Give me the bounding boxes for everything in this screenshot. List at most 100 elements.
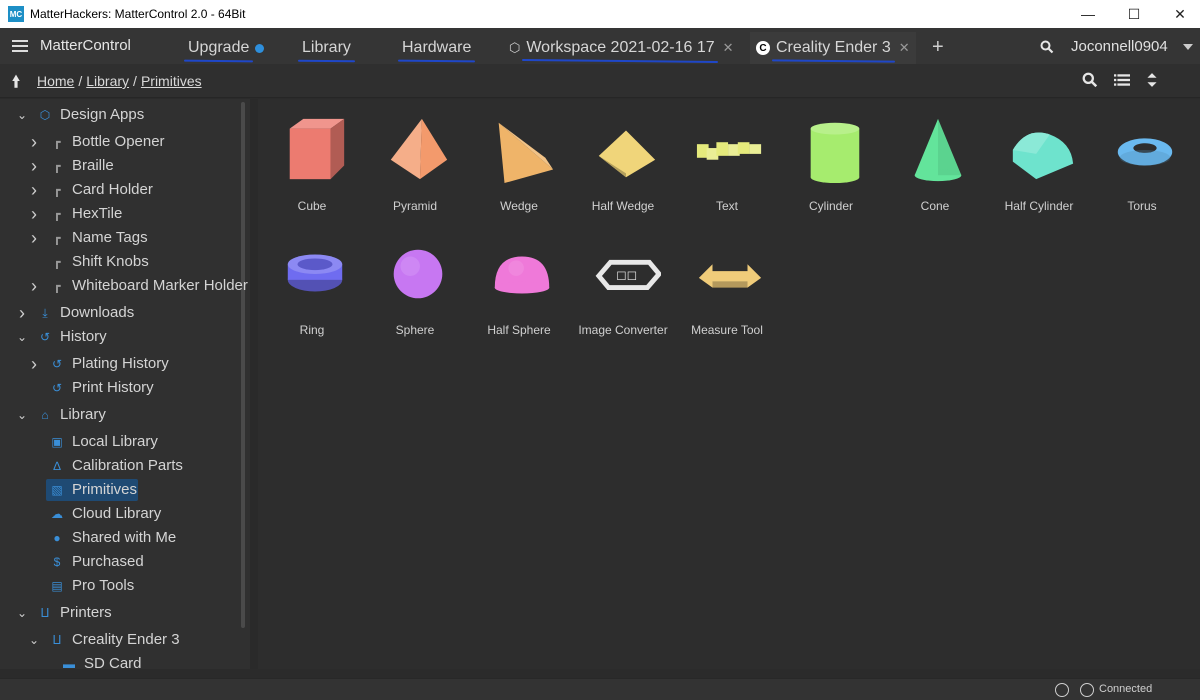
sort-icon[interactable] xyxy=(1144,72,1160,88)
sidebar-item-braille[interactable]: › ┏ Braille xyxy=(0,155,245,177)
maximize-icon[interactable]: ☐ xyxy=(1111,0,1157,28)
primitive-measure-tool[interactable]: Measure Tool xyxy=(677,229,777,339)
primitive-label: Sphere xyxy=(395,323,435,337)
user-icon: ● xyxy=(53,531,61,545)
primitive-cylinder[interactable]: Cylinder xyxy=(781,105,881,215)
primitive-ring[interactable]: Ring xyxy=(262,229,362,339)
primitive-half-wedge[interactable]: Half Wedge xyxy=(573,105,673,215)
primitive-label: Torus xyxy=(1127,199,1157,213)
primitives-icon: ▧ xyxy=(51,483,63,497)
chevron-down-icon[interactable]: ⌄ xyxy=(28,633,40,647)
sidebar-item-bottle-opener[interactable]: › ┏ Bottle Opener xyxy=(0,131,245,153)
breadcrumb-home[interactable]: Home xyxy=(37,73,74,89)
sidebar-item-label: Printers xyxy=(60,604,112,621)
primitive-pyramid[interactable]: Pyramid xyxy=(365,105,465,215)
chevron-down-icon[interactable] xyxy=(1183,44,1193,50)
search-icon[interactable] xyxy=(1040,40,1054,54)
breadcrumb-primitives[interactable]: Primitives xyxy=(141,73,202,89)
sidebar-item-name-tags[interactable]: › ┏ Name Tags xyxy=(0,227,245,249)
globe-icon xyxy=(1080,683,1094,697)
sidebar-item-pro-tools[interactable]: ▤ Pro Tools xyxy=(0,575,245,597)
sidebar-item-shared-with-me[interactable]: ● Shared with Me xyxy=(0,527,245,549)
wedge-thumbnail-icon xyxy=(498,122,554,184)
sidebar-item-downloads[interactable]: › ⤓ Downloads xyxy=(0,302,245,324)
network-icon[interactable] xyxy=(1055,683,1069,697)
primitive-sphere[interactable]: Sphere xyxy=(365,229,465,339)
sidebar-item-design-apps[interactable]: ⌄ ⬡ Design Apps xyxy=(0,104,245,126)
sidebar-item-label: Whiteboard Marker Holder xyxy=(72,277,248,294)
chevron-down-icon[interactable]: ⌄ xyxy=(16,330,28,344)
chevron-right-icon[interactable]: › xyxy=(28,276,40,296)
primitive-cube[interactable]: Cube xyxy=(262,105,362,215)
sidebar-item-card-holder[interactable]: › ┏ Card Holder xyxy=(0,179,245,201)
app-top-bar: MatterControl Upgrade Library Hardware ⬡… xyxy=(0,28,1200,64)
folder-icon: ┏ xyxy=(53,183,61,197)
chevron-right-icon[interactable]: › xyxy=(28,132,40,152)
panel-splitter[interactable] xyxy=(250,99,258,669)
tab-upgrade[interactable]: Upgrade xyxy=(182,32,270,64)
tab-hardware[interactable]: Hardware xyxy=(396,32,477,64)
creality-icon: C xyxy=(756,41,770,55)
image-converter-thumbnail-icon: ☐☐ xyxy=(595,259,661,291)
primitive-torus[interactable]: Torus xyxy=(1092,105,1192,215)
close-tab-icon[interactable]: ✕ xyxy=(723,40,734,56)
user-menu[interactable]: Joconnell0904 xyxy=(1071,38,1168,55)
sidebar-item-calibration-parts[interactable]: ∆ Calibration Parts xyxy=(0,455,245,477)
primitive-label: Half Cylinder xyxy=(1004,199,1074,213)
sidebar-item-sd-card[interactable]: ▬ SD Card xyxy=(0,653,245,675)
close-icon[interactable]: ✕ xyxy=(1157,0,1200,28)
chevron-right-icon[interactable]: › xyxy=(28,180,40,200)
sidebar-item-cloud-library[interactable]: ☁ Cloud Library xyxy=(0,503,245,525)
sidebar-item-primitives[interactable]: ▧ Primitives xyxy=(0,479,245,501)
primitive-half-sphere[interactable]: Half Sphere xyxy=(469,229,569,339)
tab-library[interactable]: Library xyxy=(296,32,357,64)
tab-label: Library xyxy=(302,39,351,56)
close-tab-icon[interactable]: ✕ xyxy=(899,40,910,56)
primitive-image-converter[interactable]: ☐☐ Image Converter xyxy=(573,229,673,339)
chevron-right-icon[interactable]: › xyxy=(28,354,40,374)
breadcrumb-library[interactable]: Library xyxy=(86,73,129,89)
sidebar-item-shift-knobs[interactable]: ┏ Shift Knobs xyxy=(0,251,245,273)
add-tab-button[interactable]: + xyxy=(932,36,944,59)
sidebar-item-whiteboard-marker-holder[interactable]: › ┏ Whiteboard Marker Holder xyxy=(0,275,248,297)
list-view-icon[interactable] xyxy=(1114,72,1130,88)
sidebar-item-label: Cloud Library xyxy=(72,505,162,522)
chevron-down-icon[interactable]: ⌄ xyxy=(16,408,28,422)
sidebar-item-local-library[interactable]: ▣ Local Library xyxy=(0,431,245,453)
primitive-wedge[interactable]: Wedge xyxy=(469,105,569,215)
primitive-label: Measure Tool xyxy=(691,323,763,337)
folder-icon: ┏ xyxy=(53,231,61,245)
minimize-icon[interactable]: — xyxy=(1065,0,1111,28)
primitive-cone[interactable]: Cone xyxy=(885,105,985,215)
sidebar-item-label: Downloads xyxy=(60,304,135,321)
sidebar-item-printers[interactable]: ⌄ ⨿ Printers xyxy=(0,602,245,624)
tab-label: Creality Ender 3 xyxy=(776,39,891,56)
chevron-right-icon[interactable]: › xyxy=(28,156,40,176)
chevron-right-icon[interactable]: › xyxy=(16,303,28,323)
svg-text:☐☐: ☐☐ xyxy=(616,270,637,283)
sidebar-item-label: SD Card xyxy=(84,655,142,672)
primitive-half-cylinder[interactable]: Half Cylinder xyxy=(989,105,1089,215)
sidebar-item-label: Name Tags xyxy=(72,229,148,246)
sidebar-item-library[interactable]: ⌄ ⌂ Library xyxy=(0,404,245,426)
hamburger-menu-icon[interactable] xyxy=(12,40,28,52)
chevron-right-icon[interactable]: › xyxy=(28,204,40,224)
chevron-right-icon[interactable]: › xyxy=(28,228,40,248)
sidebar-item-history[interactable]: ⌄ ↺ History xyxy=(0,326,245,348)
text-thumbnail-icon xyxy=(696,142,762,160)
tab-creality-ender-3[interactable]: C Creality Ender 3 ✕ xyxy=(750,32,916,64)
sidebar-item-hextile[interactable]: › ┏ HexTile xyxy=(0,203,245,225)
sidebar-item-purchased[interactable]: $ Purchased xyxy=(0,551,245,573)
cube-icon: ⬡ xyxy=(509,40,521,55)
up-arrow-icon[interactable]: 🠙 xyxy=(12,71,20,98)
chevron-down-icon[interactable]: ⌄ xyxy=(16,606,28,620)
download-icon: ⤓ xyxy=(42,305,48,320)
primitive-text[interactable]: Text xyxy=(677,105,777,215)
tab-workspace[interactable]: ⬡ Workspace 2021-02-16 17 ✕ xyxy=(503,32,740,64)
sidebar-item-print-history[interactable]: ↺ Print History xyxy=(0,377,245,399)
sidebar-item-creality-ender-3[interactable]: ⌄ ⨿ Creality Ender 3 xyxy=(0,629,245,651)
breadcrumb: Home / Library / Primitives xyxy=(37,73,202,89)
sidebar-item-plating-history[interactable]: › ↺ Plating History xyxy=(0,353,245,375)
chevron-down-icon[interactable]: ⌄ xyxy=(16,108,28,122)
search-icon[interactable] xyxy=(1082,72,1098,88)
